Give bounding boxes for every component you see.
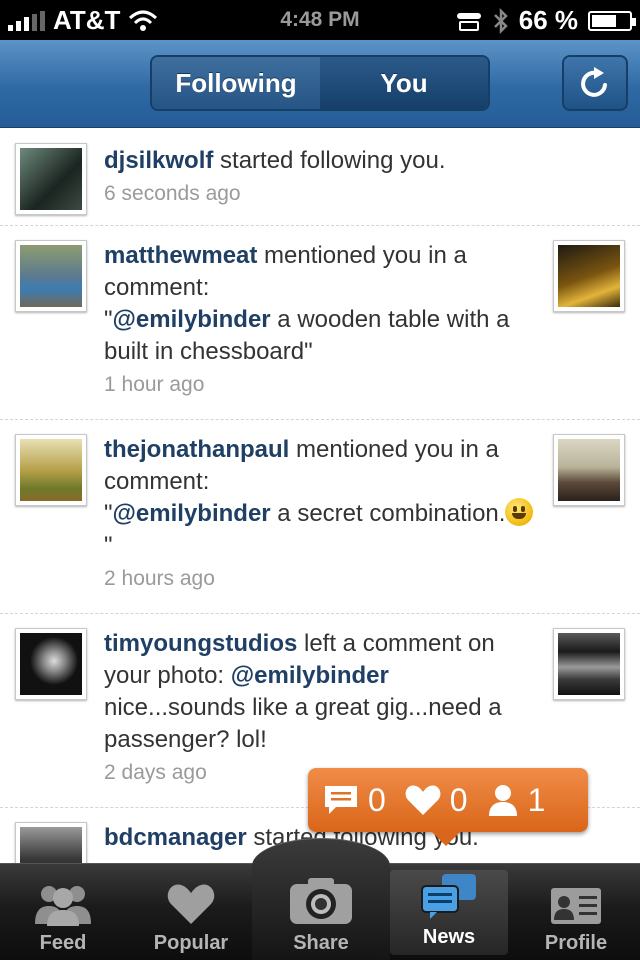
timestamp: 6 seconds ago: [104, 182, 241, 205]
tab-label: Share: [293, 932, 349, 954]
avatar[interactable]: [15, 240, 87, 312]
username-link[interactable]: djsilkwolf: [104, 147, 213, 174]
comment-bubble-icon: [325, 786, 357, 814]
comment-text: a secret combination.: [270, 500, 506, 527]
avatar-photo: [20, 148, 82, 210]
comment-text: nice...sounds like a great gig...need a …: [104, 694, 502, 753]
username-link[interactable]: timyoungstudios: [104, 630, 297, 657]
activity-popup[interactable]: 0 0 1: [308, 768, 588, 846]
list-item[interactable]: thejonathanpaul mentioned you in a comme…: [0, 420, 640, 614]
item-text: thejonathanpaul mentioned you in a comme…: [104, 434, 534, 594]
status-bar: AT&T 4:48 PM 66 %: [0, 0, 640, 40]
avatar-photo: [20, 633, 82, 695]
popup-pointer: [432, 832, 460, 846]
tab-popular[interactable]: Popular: [126, 864, 256, 960]
battery-percent: 66 %: [518, 5, 578, 35]
avatar[interactable]: [15, 143, 87, 215]
avatar[interactable]: [15, 628, 87, 700]
username-link[interactable]: bdcmanager: [104, 824, 247, 851]
mention-link[interactable]: @emilybinder: [113, 500, 271, 527]
tab-label: Feed: [39, 932, 87, 954]
refresh-button[interactable]: [562, 55, 628, 111]
status-right: 66 %: [455, 5, 636, 36]
item-text: djsilkwolf started following you. 6 seco…: [104, 145, 534, 209]
timestamp: 1 hour ago: [104, 373, 205, 396]
avatar[interactable]: [15, 434, 87, 506]
quote-close: ": [104, 532, 113, 559]
username-link[interactable]: matthewmeat: [104, 242, 257, 269]
chat-bubbles-icon: [421, 874, 476, 919]
photo-thumbnail[interactable]: [553, 434, 625, 506]
heart-icon: [405, 785, 441, 815]
thumbnail-photo: [558, 245, 620, 307]
tab-label: Popular: [153, 932, 229, 954]
tab-label: News: [422, 926, 476, 948]
timestamp: 2 days ago: [104, 761, 207, 784]
likes-count: 0: [449, 781, 468, 818]
item-text: timyoungstudios left a comment on your p…: [104, 628, 534, 788]
tab-bar: Feed Popular Share News Profile: [0, 838, 640, 960]
action-text: started following you.: [213, 147, 446, 174]
heart-icon: [167, 884, 215, 924]
tab-following[interactable]: Following: [152, 57, 320, 109]
person-icon: [488, 785, 517, 816]
avatar-photo: [20, 439, 82, 501]
bluetooth-icon: [493, 7, 508, 34]
thumbnail-photo: [558, 633, 620, 695]
tty-icon: [456, 12, 481, 31]
id-card-icon: [551, 888, 601, 924]
mention-link[interactable]: @emilybinder: [231, 662, 389, 689]
nav-bar: Following You: [0, 40, 640, 128]
comments-count: 0: [368, 781, 386, 818]
list-item[interactable]: matthewmeat mentioned you in a comment: …: [0, 226, 640, 420]
photo-thumbnail[interactable]: [553, 240, 625, 312]
tab-profile[interactable]: Profile: [512, 864, 640, 960]
tab-share[interactable]: Share: [256, 864, 386, 960]
followers-count: 1: [527, 781, 546, 818]
comments-count-group: 0: [322, 782, 386, 819]
followers-count-group: 1: [486, 781, 546, 819]
tab-label: Profile: [544, 932, 608, 954]
quote-open: ": [104, 500, 113, 527]
smiley-emoji-icon: [505, 498, 534, 526]
timestamp: 2 hours ago: [104, 567, 215, 590]
thumbnail-photo: [558, 439, 620, 501]
tab-feed[interactable]: Feed: [0, 864, 126, 960]
likes-count-group: 0: [404, 782, 468, 819]
segmented-control: Following You: [150, 55, 490, 111]
battery-icon: [588, 10, 636, 31]
list-item[interactable]: djsilkwolf started following you. 6 seco…: [0, 129, 640, 226]
mention-link[interactable]: @emilybinder: [113, 306, 271, 333]
quote-open: ": [104, 306, 113, 333]
tab-news[interactable]: News: [390, 870, 508, 955]
tab-you[interactable]: You: [320, 57, 488, 109]
people-icon: [35, 886, 91, 926]
avatar-photo: [20, 827, 82, 863]
refresh-icon: [581, 67, 607, 97]
news-list: djsilkwolf started following you. 6 seco…: [0, 129, 640, 863]
username-link[interactable]: thejonathanpaul: [104, 436, 289, 463]
camera-icon: [290, 878, 352, 924]
avatar-photo: [20, 245, 82, 307]
avatar[interactable]: [15, 822, 87, 863]
photo-thumbnail[interactable]: [553, 628, 625, 700]
item-text: matthewmeat mentioned you in a comment: …: [104, 240, 534, 400]
